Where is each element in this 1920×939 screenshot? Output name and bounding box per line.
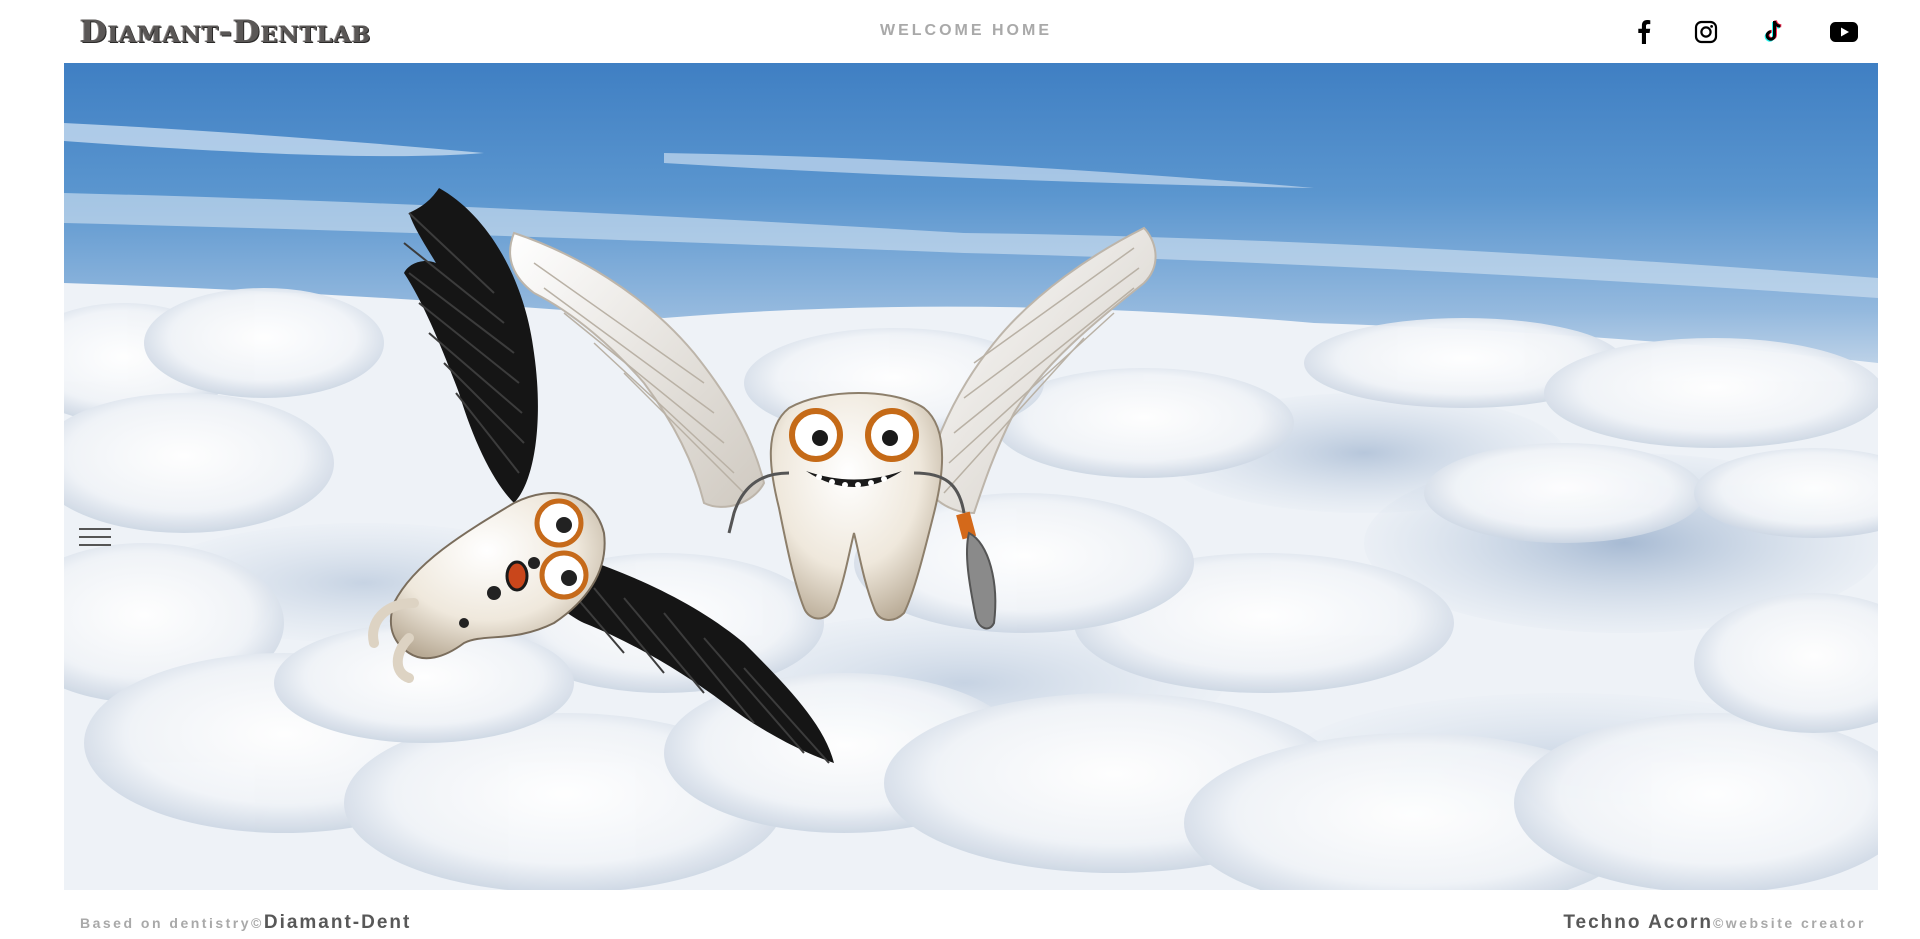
facebook-icon[interactable] [1628,16,1660,48]
footer-right-suffix: ©website creator [1712,915,1866,931]
footer-credit-right: Techno Acorn©website creator [1563,912,1866,934]
sky-clouds-illustration [64,63,1878,890]
footer-left-brand[interactable]: Diamant-Dent [264,912,412,933]
site-logo[interactable]: Diamant-Dentlab [80,14,371,50]
hamburger-menu-icon[interactable] [79,526,111,550]
hero-image [64,63,1878,890]
instagram-icon[interactable] [1690,16,1722,48]
nav-welcome-home[interactable]: WELCOME HOME [880,22,1052,40]
youtube-icon[interactable] [1828,16,1860,48]
footer-credit-left: Based on dentistry©Diamant-Dent [80,912,411,934]
footer-right-brand[interactable]: Techno Acorn [1563,912,1713,933]
tiktok-icon[interactable] [1757,16,1789,48]
site-header: Diamant-Dentlab WELCOME HOME [0,0,1920,63]
footer-left-prefix: Based on dentistry© [80,915,264,931]
